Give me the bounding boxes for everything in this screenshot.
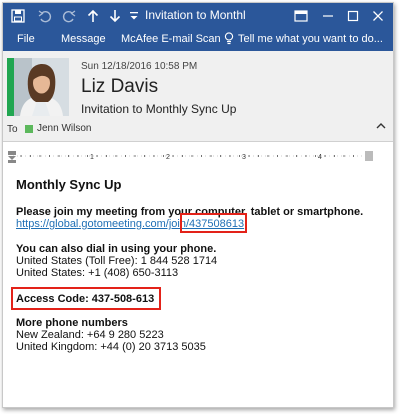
united-kingdom-number: United Kingdom: +44 (0) 20 3713 5035 xyxy=(16,341,206,353)
svg-text:4: 4 xyxy=(318,154,322,161)
dial-in-heading: You can also dial in using your phone. xyxy=(16,243,217,255)
undo-icon[interactable] xyxy=(35,3,55,29)
more-numbers-heading: More phone numbers xyxy=(16,317,128,329)
save-icon[interactable] xyxy=(7,3,29,29)
title-bar: Invitation to Monthl xyxy=(3,3,393,29)
new-zealand-number: New Zealand: +64 9 280 5223 xyxy=(16,329,164,341)
svg-text:3: 3 xyxy=(242,154,246,161)
lightbulb-icon xyxy=(224,32,234,48)
avatar[interactable] xyxy=(14,58,69,116)
ribbon-display-icon[interactable] xyxy=(288,3,314,29)
message-window: Invitation to Monthl File Message McAfee… xyxy=(2,2,394,408)
message-subject: Invitation to Monthly Sync Up xyxy=(81,102,237,116)
meeting-id-highlight xyxy=(180,213,247,233)
join-link[interactable]: https://global.gotomeeting.com/join/ xyxy=(16,218,189,230)
close-icon[interactable] xyxy=(366,3,390,29)
sender-name[interactable]: Liz Davis xyxy=(81,76,158,98)
ribbon: File Message McAfee E-mail Scan Tell me … xyxy=(3,29,393,51)
minimize-icon[interactable] xyxy=(316,3,340,29)
to-label: To xyxy=(7,124,18,135)
maximize-icon[interactable] xyxy=(341,3,365,29)
us-number: United States: +1 (408) 650-3113 xyxy=(16,267,179,279)
access-code-highlight xyxy=(11,287,161,310)
redo-icon[interactable] xyxy=(59,3,79,29)
presence-indicator-icon xyxy=(25,125,33,133)
tab-mcafee-email-scan[interactable]: McAfee E-mail Scan xyxy=(121,33,221,45)
tab-file[interactable]: File xyxy=(17,33,35,45)
meeting-heading: Monthly Sync Up xyxy=(16,177,122,192)
ruler: 1 2 3 4 xyxy=(3,148,393,164)
tab-message[interactable]: Message xyxy=(61,33,106,45)
svg-text:1: 1 xyxy=(90,154,94,161)
recipient-name[interactable]: Jenn Wilson xyxy=(37,123,91,134)
presence-bar xyxy=(7,58,14,116)
us-toll-free-number: United States (Toll Free): 1 844 528 171… xyxy=(16,255,218,267)
sent-date: Sun 12/18/2016 10:58 PM xyxy=(81,61,198,72)
more-icon[interactable] xyxy=(127,3,141,29)
tell-me-search[interactable]: Tell me what you want to do... xyxy=(238,33,383,45)
message-header: Sun 12/18/2016 10:58 PM Liz Davis Invita… xyxy=(3,51,393,142)
collapse-header-icon[interactable] xyxy=(375,121,387,134)
svg-text:2: 2 xyxy=(166,154,170,161)
up-arrow-icon[interactable] xyxy=(83,3,103,29)
window-title: Invitation to Monthl xyxy=(145,8,246,22)
down-arrow-icon[interactable] xyxy=(105,3,125,29)
